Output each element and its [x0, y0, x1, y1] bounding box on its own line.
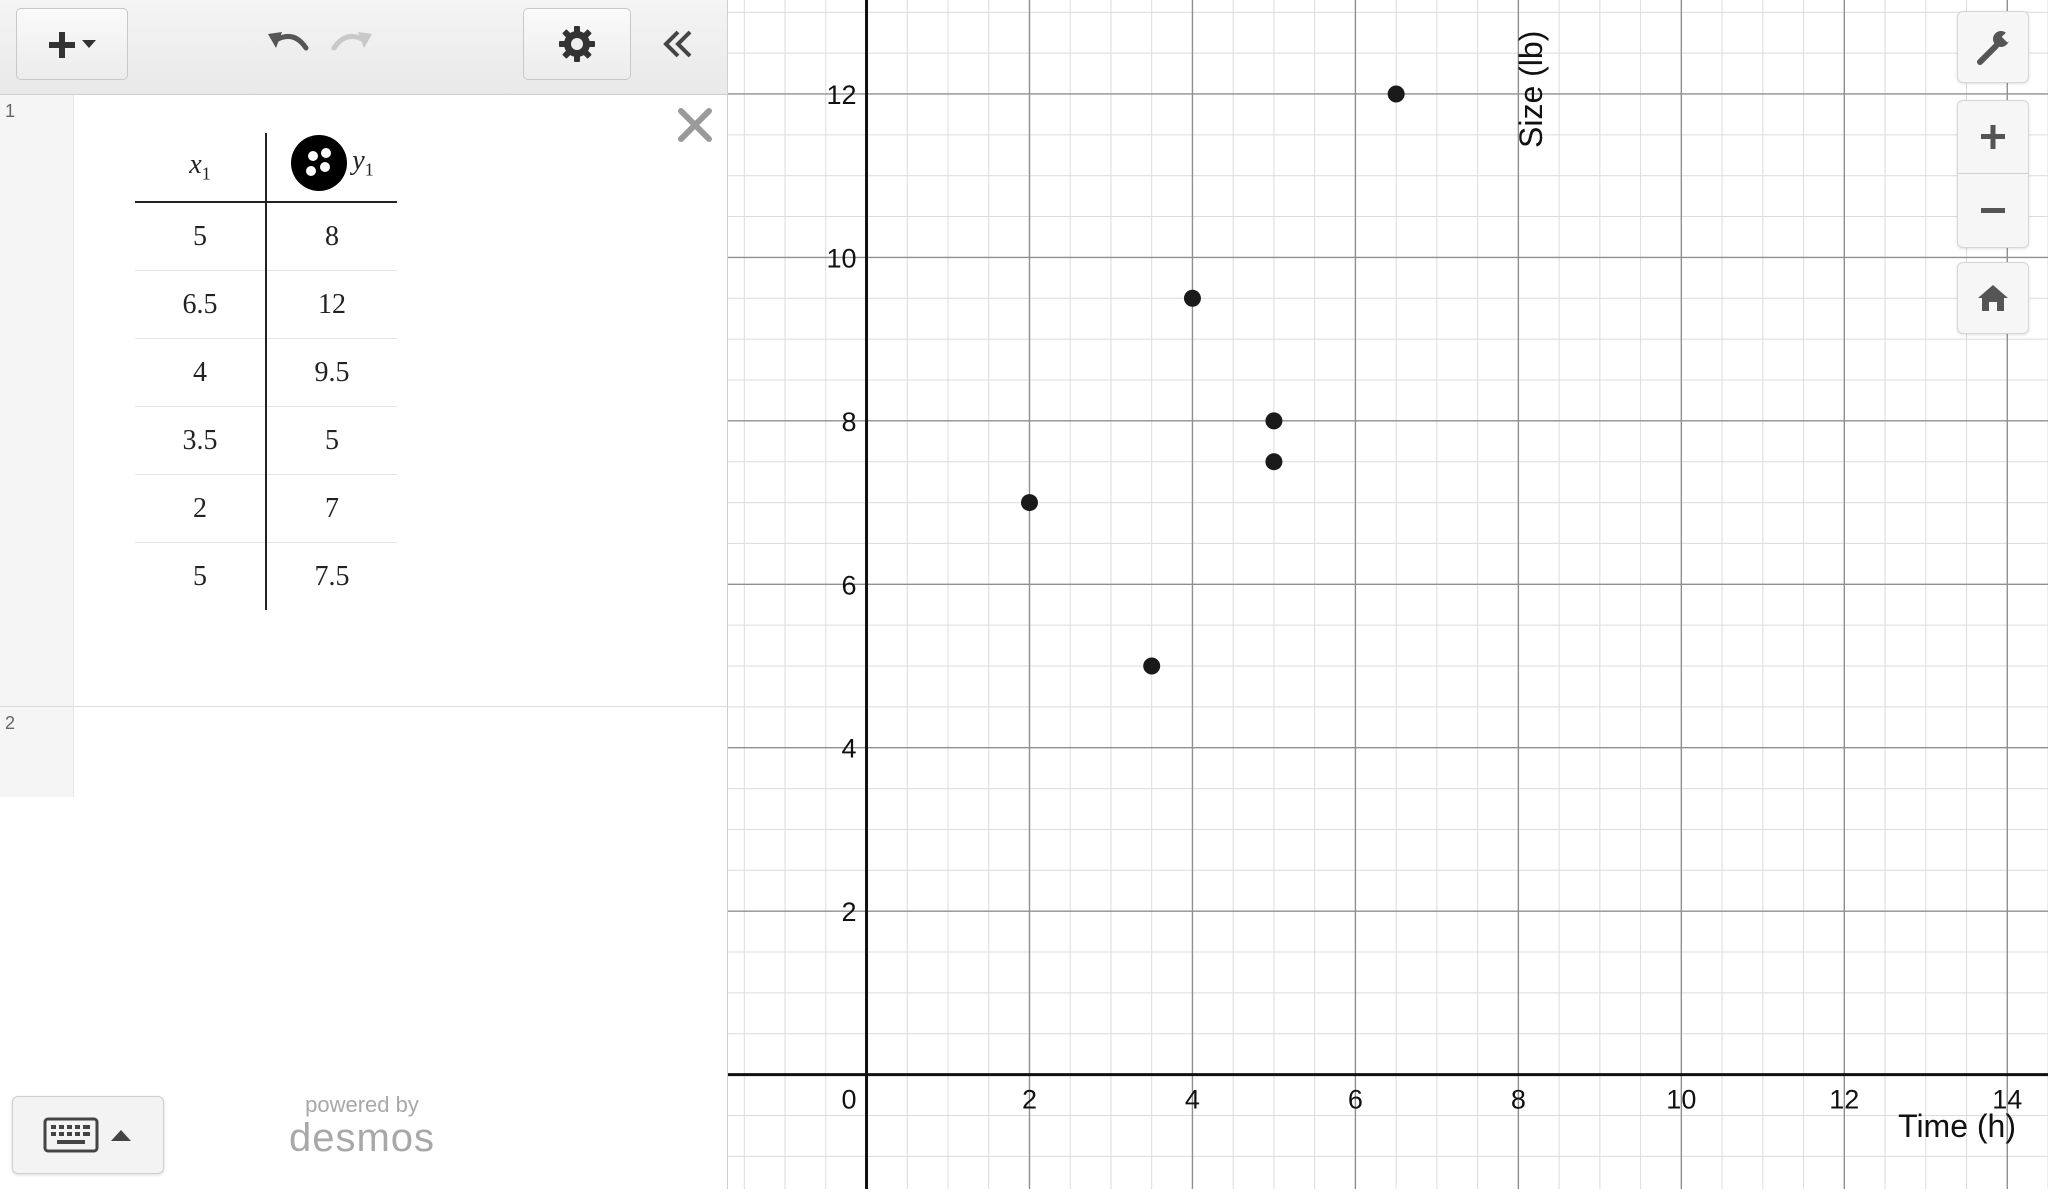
table-row: 5 7.5	[135, 542, 397, 611]
x-tick-label: 12	[1829, 1085, 1859, 1115]
data-point	[1265, 453, 1283, 471]
x-tick-label: 10	[1666, 1085, 1696, 1115]
plus-icon	[1981, 125, 2005, 149]
redo-icon	[331, 32, 372, 51]
expression-row-table[interactable]: 1 x1 y1 5 8 6.5 12 4 9.5 3.5 5 2 7 5 7.5	[0, 95, 727, 707]
data-point	[1265, 412, 1283, 430]
plus-icon	[49, 32, 96, 58]
table-cell-y[interactable]: 5	[266, 406, 397, 475]
undo-button[interactable]	[258, 18, 318, 70]
expression-gutter: 1	[0, 95, 74, 706]
data-table: x1 y1 5 8 6.5 12 4 9.5 3.5 5 2 7 5 7.5	[135, 133, 397, 610]
x-tick-label: 8	[1511, 1085, 1526, 1115]
redo-button[interactable]	[322, 18, 382, 70]
graph-settings-button[interactable]	[1957, 11, 2029, 83]
table-cell-x[interactable]: 4	[135, 338, 267, 407]
minus-icon	[1981, 207, 2005, 213]
gear-icon	[559, 26, 595, 62]
zoom-out-button[interactable]	[1957, 174, 2029, 248]
table-cell-y[interactable]: 8	[266, 202, 397, 271]
graph-canvas[interactable]: 2 4 6 8 10 12 14246810120 Time (h) Size (lb)	[728, 0, 2048, 1189]
y-tick-label: 2	[841, 897, 856, 927]
table-cell-x[interactable]: 2	[135, 474, 267, 543]
table-row: 4 9.5	[135, 338, 397, 407]
y-tick-label: 10	[826, 243, 856, 273]
y-axis-label: Size (lb)	[1513, 31, 1549, 148]
expression-number: 1	[5, 101, 16, 121]
expression-toolbar	[0, 0, 727, 95]
expression-row-empty[interactable]: 2	[0, 707, 727, 797]
x-axis-label: Time (h)	[1898, 1108, 2016, 1144]
settings-button[interactable]	[523, 8, 631, 80]
expression-gutter: 2	[0, 707, 74, 797]
add-item-button[interactable]	[16, 8, 128, 80]
column-subscript: 1	[364, 159, 374, 180]
default-viewport-button[interactable]	[1957, 262, 2029, 334]
table-row: 3.5 5	[135, 406, 397, 475]
table-header-x[interactable]: x1	[135, 133, 267, 203]
data-point	[1183, 289, 1201, 307]
data-point	[1020, 494, 1038, 512]
table-row: 2 7	[135, 474, 397, 543]
wrench-icon	[1977, 30, 2012, 65]
expression-number: 2	[5, 713, 16, 733]
x-tick-label: 6	[1348, 1085, 1363, 1115]
table-cell-y[interactable]: 9.5	[266, 338, 397, 407]
table-cell-y[interactable]: 7.5	[266, 543, 397, 611]
home-icon	[1978, 285, 2008, 311]
y-tick-label: 8	[841, 407, 856, 437]
data-point	[1143, 657, 1161, 675]
undo-icon	[268, 32, 309, 51]
table-header-y[interactable]: y1	[266, 133, 397, 203]
x-tick-label: 4	[1185, 1085, 1200, 1115]
delete-expression-button[interactable]	[673, 103, 717, 147]
data-point	[1387, 85, 1405, 103]
graph-paper[interactable]: 2 4 6 8 10 12 14 2 4 6 8 10 12 0 Time (h) Size (lb)	[728, 0, 2048, 1189]
keyboard-icon	[43, 1117, 99, 1153]
column-subscript: 1	[201, 163, 211, 184]
y-tick-label: 6	[841, 570, 856, 600]
table-cell-x[interactable]: 5	[135, 542, 267, 610]
double-chevron-left-icon	[663, 30, 692, 58]
table-cell-x[interactable]: 6.5	[135, 270, 267, 339]
table-row: 6.5 12	[135, 270, 397, 339]
expression-panel: 1 x1 y1 5 8 6.5 12 4 9.5 3.5 5 2 7 5 7.5…	[0, 0, 728, 1189]
x-tick-label: 2	[1022, 1085, 1037, 1115]
table-cell-y[interactable]: 12	[266, 270, 397, 339]
table-cell-y[interactable]: 7	[266, 474, 397, 543]
points-icon[interactable]	[290, 134, 348, 192]
powered-by-logo: powered by desmos	[282, 1092, 442, 1160]
caret-up-icon	[111, 1130, 131, 1141]
brand-text: desmos	[288, 1116, 436, 1160]
origin-label: 0	[841, 1085, 856, 1115]
collapse-panel-button[interactable]	[650, 18, 706, 70]
table-cell-x[interactable]: 5	[135, 202, 267, 271]
column-variable: y	[352, 145, 365, 177]
column-variable: x	[189, 149, 202, 181]
y-tick-label: 12	[826, 80, 856, 110]
powered-by-text: powered by	[305, 1092, 419, 1117]
zoom-in-button[interactable]	[1957, 100, 2029, 174]
close-icon	[678, 108, 712, 142]
y-tick-label: 4	[841, 734, 856, 764]
keyboard-toggle-button[interactable]	[12, 1096, 164, 1174]
table-row: 5 8	[135, 202, 397, 271]
table-cell-x[interactable]: 3.5	[135, 406, 267, 475]
